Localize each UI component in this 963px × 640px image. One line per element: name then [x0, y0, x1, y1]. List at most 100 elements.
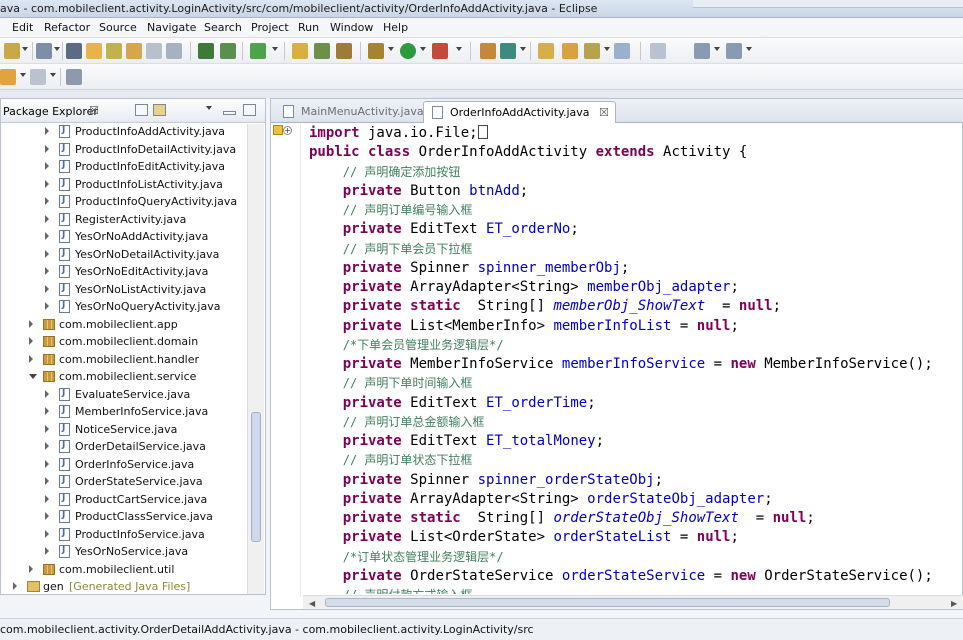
- chevron-right-icon[interactable]: [45, 302, 49, 310]
- code-line[interactable]: private static String[] memberObj_ShowTe…: [309, 297, 781, 316]
- tree-item-file[interactable]: OrderStateService.java: [1, 473, 245, 490]
- tree-item-file[interactable]: ProductInfoAddActivity.java: [1, 123, 245, 140]
- code-line[interactable]: public class OrderInfoAddActivity extend…: [309, 143, 747, 162]
- close-icon[interactable]: ☒: [599, 106, 609, 119]
- tree-item-file[interactable]: OrderInfoService.java: [1, 456, 245, 473]
- tree-item-file[interactable]: YesOrNoAddActivity.java: [1, 228, 245, 245]
- window-controls[interactable]: [693, 0, 963, 8]
- chevron-right-icon[interactable]: [29, 564, 33, 573]
- chevron-right-icon[interactable]: [45, 494, 49, 503]
- collapse-all-icon[interactable]: [135, 104, 148, 116]
- tree-item-file[interactable]: YesOrNoService.java: [1, 543, 245, 560]
- chevron-down-icon[interactable]: [29, 374, 37, 379]
- code-line[interactable]: /*订单状态管理业务逻辑层*/: [309, 548, 504, 567]
- vertical-scrollbar[interactable]: [247, 124, 264, 594]
- tree-item-file[interactable]: YesOrNoListActivity.java: [1, 281, 245, 298]
- chevron-right-icon[interactable]: [45, 407, 49, 415]
- code-line[interactable]: // 声明订单状态下拉框: [309, 451, 473, 470]
- tree-item-file[interactable]: YesOrNoQueryActivity.java: [1, 298, 245, 315]
- chevron-right-icon[interactable]: [45, 232, 49, 240]
- tree-item-package[interactable]: com.mobileclient.util: [1, 561, 245, 578]
- download-icon[interactable]: [198, 43, 214, 59]
- view-menu-icon[interactable]: [206, 106, 212, 110]
- chevron-right-icon[interactable]: [13, 582, 17, 590]
- open-type-icon[interactable]: [292, 43, 308, 59]
- tool-icon[interactable]: [336, 43, 352, 59]
- new-package-icon[interactable]: [500, 43, 516, 59]
- code-line[interactable]: private Button btnAdd;: [309, 182, 528, 201]
- code-line[interactable]: private EditText ET_totalMoney;: [309, 432, 604, 451]
- code-line[interactable]: private List<OrderState> orderStateList …: [309, 528, 739, 547]
- chevron-right-icon[interactable]: [45, 442, 49, 450]
- code-line[interactable]: // 声明订单编号输入框: [309, 201, 473, 220]
- arrow-right-icon[interactable]: [30, 69, 46, 85]
- chevron-right-icon[interactable]: [45, 477, 49, 485]
- tree-item-file[interactable]: MemberInfoService.java: [1, 403, 245, 420]
- fold-icon[interactable]: +: [283, 126, 292, 135]
- chevron-right-icon[interactable]: [45, 529, 49, 538]
- menu-item-search[interactable]: Search: [204, 21, 242, 34]
- tool-icon[interactable]: [166, 43, 182, 59]
- tool-icon[interactable]: [146, 43, 162, 59]
- chevron-right-icon[interactable]: [45, 162, 49, 170]
- tree-item-file[interactable]: ProductCartService.java: [1, 491, 245, 508]
- external-tools-icon[interactable]: [432, 43, 448, 59]
- tab-main-menu-activity[interactable]: MainMenuActivity.java: [275, 101, 430, 123]
- tree-item-file[interactable]: NoticeService.java: [1, 421, 245, 438]
- tree-item-file[interactable]: ProductClassService.java: [1, 508, 245, 525]
- tree-item-package[interactable]: com.mobileclient.app: [1, 316, 245, 333]
- scroll-left-icon[interactable]: ◀: [309, 599, 315, 608]
- chevron-right-icon[interactable]: [29, 354, 33, 363]
- close-icon[interactable]: ☒: [89, 104, 99, 117]
- horizontal-scrollbar[interactable]: ◀ ▶: [303, 595, 963, 609]
- tree-item-file[interactable]: OrderDetailService.java: [1, 438, 245, 455]
- tree-item-file[interactable]: ProductInfoEditActivity.java: [1, 158, 245, 175]
- build-icon[interactable]: [66, 43, 82, 59]
- menu-item-source[interactable]: Source: [99, 21, 137, 34]
- tool-icon[interactable]: [614, 43, 630, 59]
- chevron-right-icon[interactable]: [45, 249, 49, 258]
- code-line[interactable]: // 声明下单会员下拉框: [309, 240, 473, 259]
- folder-icon[interactable]: [562, 43, 578, 59]
- link-editor-icon[interactable]: [153, 104, 166, 116]
- device-icon[interactable]: [220, 43, 236, 59]
- code-line[interactable]: private ArrayAdapter<String> memberObj_a…: [309, 278, 739, 297]
- chevron-down-icon[interactable]: [714, 47, 720, 51]
- chevron-right-icon[interactable]: [45, 512, 49, 520]
- tree-item-package[interactable]: com.mobileclient.handler: [1, 351, 245, 368]
- maximize-icon[interactable]: [243, 104, 256, 116]
- code-line[interactable]: private Spinner spinner_memberObj;: [309, 259, 630, 278]
- nav-forward-icon[interactable]: [726, 43, 742, 59]
- menu-item-navigate[interactable]: Navigate: [147, 21, 196, 34]
- code-line[interactable]: private EditText ET_orderNo;: [309, 220, 579, 239]
- code-line[interactable]: private Spinner spinner_orderStateObj;: [309, 471, 663, 490]
- chevron-right-icon[interactable]: [45, 547, 49, 555]
- new-icon[interactable]: [36, 43, 52, 59]
- chevron-down-icon[interactable]: [50, 73, 56, 77]
- chevron-right-icon[interactable]: [45, 214, 49, 223]
- code-line[interactable]: // 声明下单时间输入框: [309, 374, 473, 393]
- chevron-down-icon[interactable]: [456, 47, 462, 51]
- debug-icon[interactable]: [368, 43, 384, 59]
- chevron-down-icon[interactable]: [746, 47, 752, 51]
- chevron-right-icon[interactable]: [45, 389, 49, 398]
- chevron-right-icon[interactable]: [29, 337, 33, 345]
- chevron-down-icon[interactable]: [604, 47, 610, 51]
- chevron-right-icon[interactable]: [45, 179, 49, 188]
- chevron-right-icon[interactable]: [45, 424, 49, 433]
- code-line[interactable]: // 声明付款方式输入框: [309, 586, 473, 594]
- menu-item-project[interactable]: Project: [251, 21, 289, 34]
- code-line[interactable]: private EditText ET_orderTime;: [309, 394, 596, 413]
- tree-item-file[interactable]: YesOrNoEditActivity.java: [1, 263, 245, 280]
- pin-icon[interactable]: [66, 69, 82, 85]
- tree-item-file[interactable]: RegisterActivity.java: [1, 211, 245, 228]
- chevron-right-icon[interactable]: [45, 144, 49, 153]
- code-line[interactable]: private List<MemberInfo> memberInfoList …: [309, 317, 739, 336]
- chevron-right-icon[interactable]: [45, 267, 49, 275]
- run-icon[interactable]: [400, 43, 416, 59]
- code-line[interactable]: private OrderStateService orderStateServ…: [309, 567, 933, 586]
- chevron-down-icon[interactable]: [272, 47, 278, 51]
- save-icon[interactable]: [4, 43, 20, 59]
- tool-icon[interactable]: [106, 43, 122, 59]
- chevron-down-icon[interactable]: [388, 47, 394, 51]
